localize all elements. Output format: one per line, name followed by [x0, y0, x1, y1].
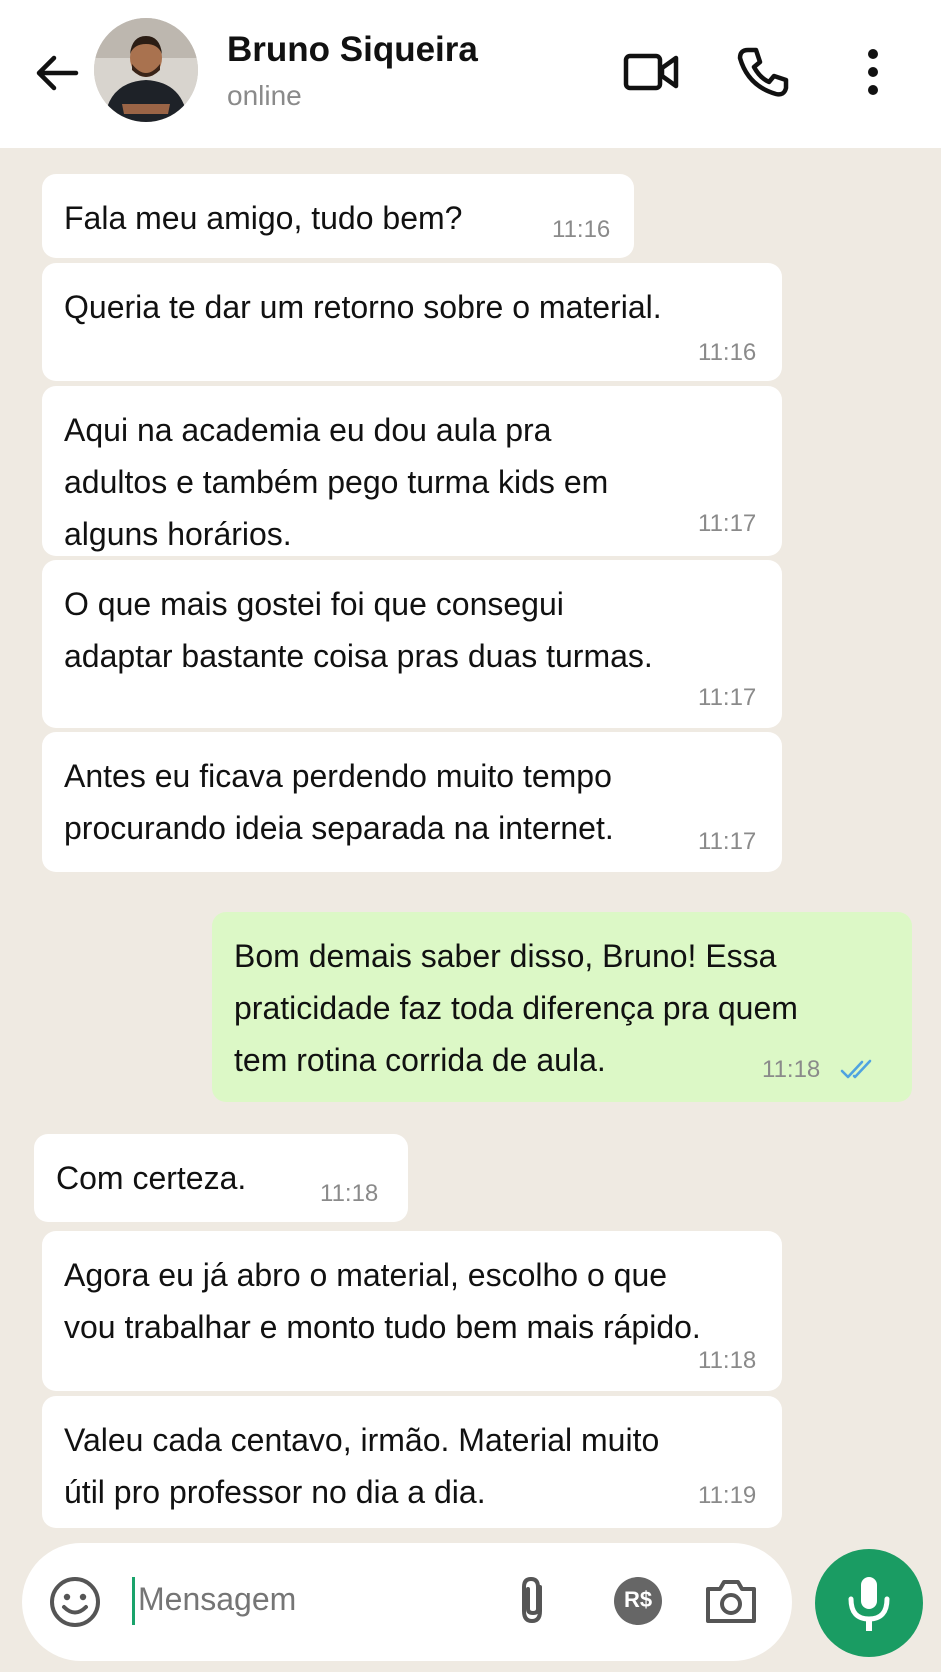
- message-text: Queria te dar um retorno sobre o materia…: [64, 289, 662, 325]
- message-bubble-incoming[interactable]: O que mais gostei foi que consegui adapt…: [42, 560, 782, 728]
- message-text: Fala meu amigo, tudo bem?: [64, 200, 463, 236]
- message-text: Aqui na academia eu dou aula pra adultos…: [64, 412, 609, 552]
- message-time: 11:17: [698, 510, 757, 537]
- camera-icon[interactable]: [702, 1573, 760, 1629]
- message-time: 11:16: [552, 216, 611, 243]
- message-time: 11:18: [762, 1056, 821, 1083]
- message-bubble-incoming[interactable]: Agora eu já abro o material, escolho o q…: [42, 1231, 782, 1391]
- attach-icon[interactable]: [506, 1573, 562, 1629]
- message-bubble-incoming[interactable]: Aqui na academia eu dou aula pra adultos…: [42, 386, 782, 556]
- message-bubble-incoming[interactable]: Queria te dar um retorno sobre o materia…: [42, 263, 782, 381]
- message-time: 11:18: [320, 1180, 379, 1207]
- mic-button[interactable]: [815, 1549, 923, 1657]
- phone-icon[interactable]: [734, 44, 792, 100]
- message-input[interactable]: [138, 1581, 438, 1618]
- read-receipt-icon: [840, 1059, 872, 1079]
- message-time: 11:17: [698, 828, 757, 855]
- message-time: 11:18: [698, 1347, 757, 1374]
- message-bubble-incoming[interactable]: Antes eu ficava perdendo muito tempo pro…: [42, 732, 782, 872]
- message-bubble-outgoing[interactable]: Bom demais saber disso, Bruno! Essa prat…: [212, 912, 912, 1102]
- text-cursor: [132, 1577, 135, 1625]
- contact-status: online: [227, 80, 302, 111]
- message-bubble-incoming[interactable]: Com certeza. 11:18: [34, 1134, 408, 1222]
- message-time: 11:17: [698, 684, 757, 711]
- message-text: Agora eu já abro o material, escolho o q…: [64, 1257, 701, 1345]
- avatar-image: [94, 18, 198, 122]
- contact-name[interactable]: Bruno Siqueira: [227, 30, 478, 70]
- avatar[interactable]: [94, 18, 198, 122]
- message-bubble-incoming[interactable]: Fala meu amigo, tudo bem? 11:16: [42, 174, 634, 258]
- payment-label: R$: [623, 1587, 653, 1612]
- message-text: O que mais gostei foi que consegui adapt…: [64, 586, 653, 674]
- emoji-icon[interactable]: [48, 1575, 102, 1629]
- message-text: Antes eu ficava perdendo muito tempo pro…: [64, 758, 614, 846]
- back-arrow-icon[interactable]: [32, 48, 82, 98]
- mic-icon: [848, 1577, 890, 1631]
- message-text: Valeu cada centavo, irmão. Material muit…: [64, 1422, 660, 1510]
- message-time: 11:16: [698, 339, 757, 366]
- message-list[interactable]: Fala meu amigo, tudo bem? 11:16 Queria t…: [0, 148, 941, 1528]
- message-composer: R$: [22, 1543, 792, 1661]
- payment-icon[interactable]: R$: [610, 1573, 666, 1629]
- video-call-icon[interactable]: [622, 44, 680, 100]
- message-time: 11:19: [698, 1482, 757, 1509]
- more-options-icon[interactable]: [844, 44, 902, 100]
- message-bubble-incoming[interactable]: Valeu cada centavo, irmão. Material muit…: [42, 1396, 782, 1528]
- chat-header: Bruno Siqueira online: [0, 0, 941, 148]
